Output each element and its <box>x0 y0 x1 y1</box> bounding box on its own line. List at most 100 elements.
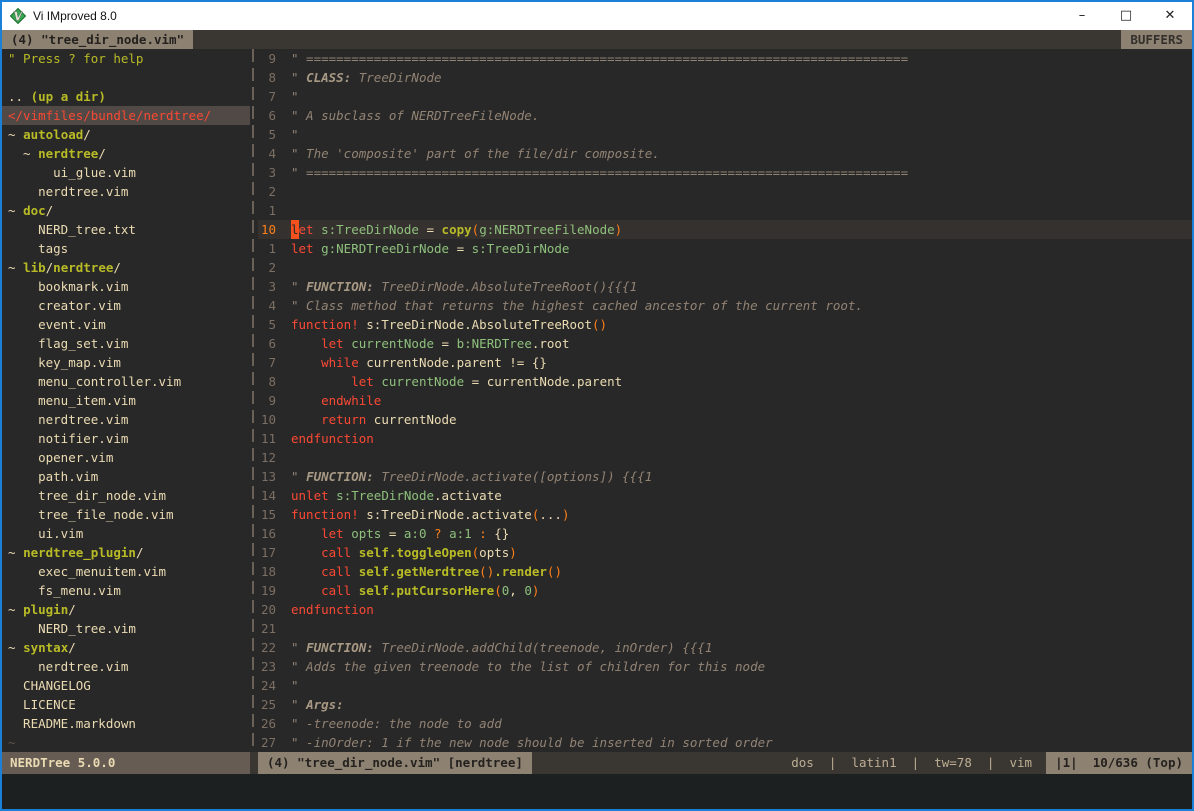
buffers-label: BUFFERS <box>1121 30 1192 49</box>
nerdtree-panel[interactable]: " Press ? for help .. (up a dir)</vimfile… <box>2 49 250 752</box>
tree-item[interactable]: ~ doc/ <box>2 201 250 220</box>
tree-item[interactable]: bookmark.vim <box>2 277 250 296</box>
code-line[interactable]: 7" <box>258 87 1192 106</box>
tree-item[interactable]: CHANGELOG <box>2 676 250 695</box>
vim-logo-icon <box>10 8 26 24</box>
close-button[interactable]: ✕ <box>1148 2 1192 30</box>
tree-item[interactable]: opener.vim <box>2 448 250 467</box>
minimize-button[interactable]: – <box>1060 2 1104 30</box>
tree-item[interactable]: menu_controller.vim <box>2 372 250 391</box>
code-line[interactable]: 10let s:TreeDirNode = copy(g:NERDTreeFil… <box>258 220 1192 239</box>
tree-item[interactable]: .. (up a dir) <box>2 87 250 106</box>
tree-item[interactable]: exec_menuitem.vim <box>2 562 250 581</box>
code-line[interactable]: 12 <box>258 448 1192 467</box>
line-number: 6 <box>258 106 276 125</box>
tree-item[interactable] <box>2 68 250 87</box>
tree-item[interactable]: ~ <box>2 733 250 752</box>
line-number: 8 <box>258 372 276 391</box>
line-number: 4 <box>258 144 276 163</box>
tree-item[interactable]: ~ plugin/ <box>2 600 250 619</box>
minimize-icon: – <box>1079 8 1086 23</box>
tree-item[interactable]: ~ nerdtree/ <box>2 144 250 163</box>
line-number: 24 <box>258 676 276 695</box>
tree-item[interactable]: LICENCE <box>2 695 250 714</box>
code-line[interactable]: 8 let currentNode = currentNode.parent <box>258 372 1192 391</box>
tree-item[interactable]: path.vim <box>2 467 250 486</box>
code-line[interactable]: 27" -inOrder: 1 if the new node should b… <box>258 733 1192 752</box>
line-number: 4 <box>258 296 276 315</box>
tree-item[interactable]: README.markdown <box>2 714 250 733</box>
code-line[interactable]: 14unlet s:TreeDirNode.activate <box>258 486 1192 505</box>
code-line[interactable]: 3" =====================================… <box>258 163 1192 182</box>
code-line[interactable]: 2 <box>258 182 1192 201</box>
code-line[interactable]: 22" FUNCTION: TreeDirNode.addChild(treen… <box>258 638 1192 657</box>
code-line[interactable]: 3" FUNCTION: TreeDirNode.AbsoluteTreeRoo… <box>258 277 1192 296</box>
tree-item[interactable]: creator.vim <box>2 296 250 315</box>
code-line[interactable]: 10 return currentNode <box>258 410 1192 429</box>
line-number: 27 <box>258 733 276 752</box>
line-number: 9 <box>258 391 276 410</box>
tree-item[interactable]: ~ lib/nerdtree/ <box>2 258 250 277</box>
code-line[interactable]: 6" A subclass of NERDTreeFileNode. <box>258 106 1192 125</box>
code-line[interactable]: 23" Adds the given treenode to the list … <box>258 657 1192 676</box>
line-number: 3 <box>258 163 276 182</box>
code-line[interactable]: 1let g:NERDTreeDirNode = s:TreeDirNode <box>258 239 1192 258</box>
window-separator[interactable] <box>250 49 258 752</box>
code-line[interactable]: 19 call self.putCursorHere(0, 0) <box>258 581 1192 600</box>
code-line[interactable]: 5" <box>258 125 1192 144</box>
tree-item[interactable]: NERD_tree.vim <box>2 619 250 638</box>
tree-item[interactable]: ~ nerdtree_plugin/ <box>2 543 250 562</box>
line-number: 5 <box>258 125 276 144</box>
code-line[interactable]: 1 <box>258 201 1192 220</box>
code-line[interactable]: 20endfunction <box>258 600 1192 619</box>
tree-item[interactable]: ui.vim <box>2 524 250 543</box>
code-line[interactable]: 24" <box>258 676 1192 695</box>
tree-item[interactable]: tags <box>2 239 250 258</box>
code-line[interactable]: 9" =====================================… <box>258 49 1192 68</box>
code-line[interactable]: 16 let opts = a:0 ? a:1 : {} <box>258 524 1192 543</box>
code-line[interactable]: 4" Class method that returns the highest… <box>258 296 1192 315</box>
line-number: 1 <box>258 239 276 258</box>
code-line[interactable]: 15function! s:TreeDirNode.activate(...) <box>258 505 1192 524</box>
tree-item[interactable]: flag_set.vim <box>2 334 250 353</box>
code-line[interactable]: 2 <box>258 258 1192 277</box>
buffer-tab[interactable]: (4) "tree_dir_node.vim" <box>2 30 193 49</box>
code-line[interactable]: 26" -treenode: the node to add <box>258 714 1192 733</box>
tree-root[interactable]: </vimfiles/bundle/nerdtree/ <box>2 106 250 125</box>
tree-item[interactable]: menu_item.vim <box>2 391 250 410</box>
statusline-gap <box>250 752 258 774</box>
code-line[interactable]: 11endfunction <box>258 429 1192 448</box>
tree-item[interactable]: notifier.vim <box>2 429 250 448</box>
code-line[interactable]: 18 call self.getNerdtree().render() <box>258 562 1192 581</box>
tree-item[interactable]: tree_dir_node.vim <box>2 486 250 505</box>
code-line[interactable]: 5function! s:TreeDirNode.AbsoluteTreeRoo… <box>258 315 1192 334</box>
line-number: 25 <box>258 695 276 714</box>
tree-item[interactable]: key_map.vim <box>2 353 250 372</box>
tree-item[interactable]: ui_glue.vim <box>2 163 250 182</box>
line-number: 1 <box>258 201 276 220</box>
tree-item[interactable]: tree_file_node.vim <box>2 505 250 524</box>
code-line[interactable]: 25" Args: <box>258 695 1192 714</box>
code-line[interactable]: 8" CLASS: TreeDirNode <box>258 68 1192 87</box>
code-line[interactable]: 6 let currentNode = b:NERDTree.root <box>258 334 1192 353</box>
line-number: 21 <box>258 619 276 638</box>
code-line[interactable]: 21 <box>258 619 1192 638</box>
tree-item[interactable]: NERD_tree.txt <box>2 220 250 239</box>
maximize-button[interactable]: □ <box>1104 2 1148 30</box>
code-line[interactable]: 9 endwhile <box>258 391 1192 410</box>
code-line[interactable]: 17 call self.toggleOpen(opts) <box>258 543 1192 562</box>
tree-item[interactable]: event.vim <box>2 315 250 334</box>
command-line[interactable] <box>2 774 1192 809</box>
tree-item[interactable]: nerdtree.vim <box>2 410 250 429</box>
tree-item[interactable]: ~ autoload/ <box>2 125 250 144</box>
tree-item[interactable]: fs_menu.vim <box>2 581 250 600</box>
tree-item[interactable]: " Press ? for help <box>2 49 250 68</box>
code-line[interactable]: 13" FUNCTION: TreeDirNode.activate([opti… <box>258 467 1192 486</box>
tree-item[interactable]: nerdtree.vim <box>2 657 250 676</box>
code-line[interactable]: 7 while currentNode.parent != {} <box>258 353 1192 372</box>
code-line[interactable]: 4" The 'composite' part of the file/dir … <box>258 144 1192 163</box>
tree-item[interactable]: nerdtree.vim <box>2 182 250 201</box>
line-number: 7 <box>258 353 276 372</box>
tree-item[interactable]: ~ syntax/ <box>2 638 250 657</box>
editor-panel[interactable]: 9" =====================================… <box>258 49 1192 752</box>
